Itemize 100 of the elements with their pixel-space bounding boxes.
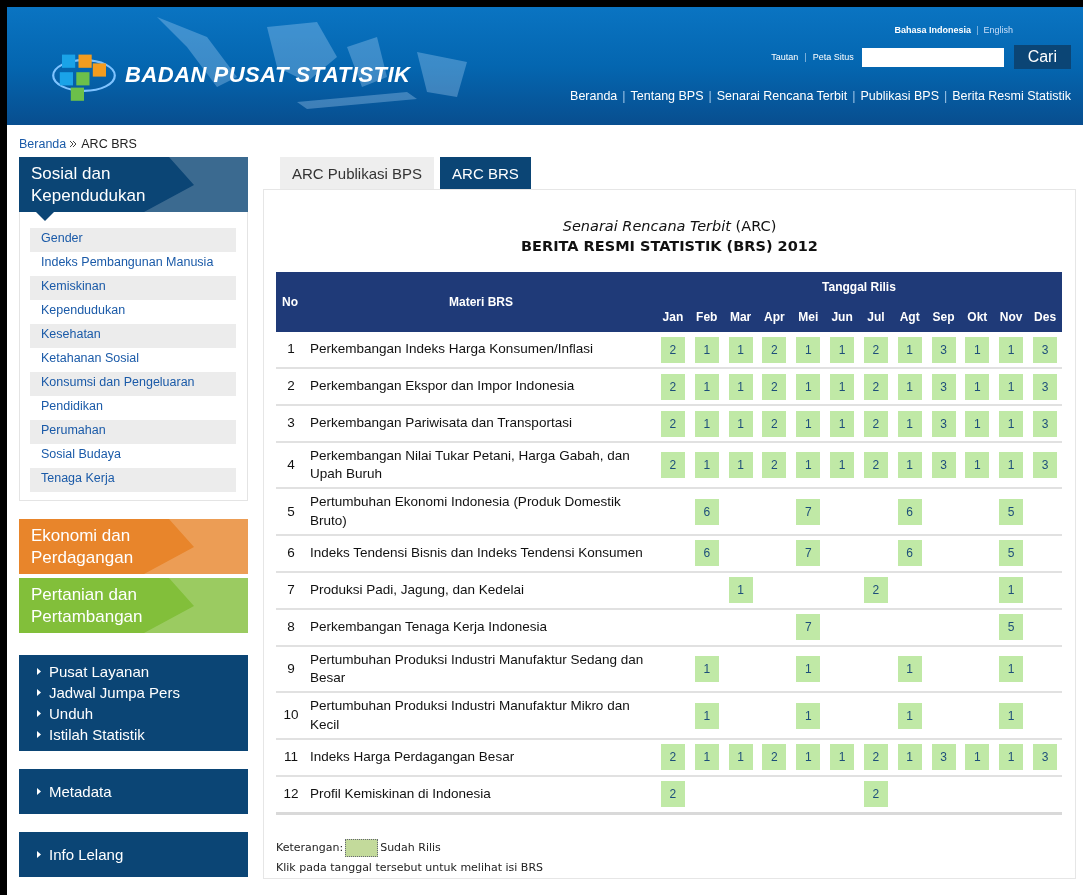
category-link[interactable]: Indeks Pembangunan Manusia (30, 252, 236, 276)
panel-link[interactable]: Unduh (37, 705, 230, 722)
category-link[interactable]: Pendidikan (30, 396, 236, 420)
release-date-link[interactable]: 2 (660, 373, 685, 400)
category-link[interactable]: Gender (30, 228, 236, 252)
nav-link[interactable]: Publikasi BPS (860, 89, 939, 103)
release-date-link[interactable]: 1 (694, 373, 719, 400)
release-date-link[interactable]: 1 (796, 656, 821, 683)
release-date-link[interactable]: 1 (999, 656, 1024, 683)
release-date-link[interactable]: 3 (1033, 452, 1058, 479)
release-date-link[interactable]: 3 (1033, 373, 1058, 400)
release-date-link[interactable]: 1 (796, 702, 821, 729)
release-date-link[interactable]: 6 (694, 498, 719, 525)
utility-link[interactable]: Tautan (771, 52, 799, 62)
release-date-link[interactable]: 6 (694, 540, 719, 567)
release-date-link[interactable]: 1 (694, 336, 719, 363)
release-date-link[interactable]: 5 (999, 540, 1024, 567)
utility-link[interactable]: Peta Situs (812, 52, 854, 62)
release-date-link[interactable]: 3 (931, 452, 956, 479)
release-date-link[interactable]: 1 (897, 702, 922, 729)
nav-link[interactable]: Tentang BPS (630, 89, 704, 103)
release-date-link[interactable]: 2 (863, 744, 888, 771)
release-date-link[interactable]: 2 (863, 336, 888, 363)
release-date-link[interactable]: 1 (728, 336, 753, 363)
release-date-link[interactable]: 1 (796, 452, 821, 479)
nav-link[interactable]: Beranda (570, 89, 618, 103)
release-date-link[interactable]: 1 (897, 410, 922, 437)
release-date-link[interactable]: 2 (762, 373, 787, 400)
release-date-link[interactable]: 1 (999, 336, 1024, 363)
category-link[interactable]: Konsumsi dan Pengeluaran (30, 372, 236, 396)
release-date-link[interactable]: 1 (728, 744, 753, 771)
release-date-link[interactable]: 1 (830, 410, 855, 437)
release-date-link[interactable]: 1 (965, 373, 990, 400)
panel-link[interactable]: Info Lelang (37, 846, 230, 863)
release-date-link[interactable]: 2 (660, 336, 685, 363)
category-link[interactable]: Kependudukan (30, 300, 236, 324)
release-date-link[interactable]: 2 (863, 781, 888, 808)
release-date-link[interactable]: 1 (897, 373, 922, 400)
release-date-link[interactable]: 2 (762, 744, 787, 771)
breadcrumb-link[interactable]: Beranda (19, 137, 67, 151)
release-date-link[interactable]: 1 (999, 744, 1024, 771)
release-date-link[interactable]: 7 (796, 540, 821, 567)
release-date-link[interactable]: 2 (863, 410, 888, 437)
search-field[interactable] (861, 47, 1004, 67)
category-link[interactable]: Ketahanan Sosial (30, 348, 236, 372)
release-date-link[interactable]: 2 (660, 781, 685, 808)
release-date-link[interactable]: 1 (694, 410, 719, 437)
release-date-link[interactable]: 1 (694, 744, 719, 771)
category-link[interactable]: Kesehatan (30, 324, 236, 348)
release-date-link[interactable]: 1 (999, 452, 1024, 479)
release-date-link[interactable]: 1 (999, 577, 1024, 604)
release-date-link[interactable]: 3 (931, 336, 956, 363)
panel-link[interactable]: Pusat Layanan (37, 663, 230, 680)
release-date-link[interactable]: 1 (830, 336, 855, 363)
language-link[interactable]: English (983, 25, 1013, 35)
release-date-link[interactable]: 3 (1033, 336, 1058, 363)
nav-link[interactable]: Berita Resmi Statistik (952, 89, 1071, 103)
release-date-link[interactable]: 1 (728, 577, 753, 604)
release-date-link[interactable]: 1 (830, 452, 855, 479)
tab[interactable]: ARC BRS (440, 157, 531, 189)
nav-link[interactable]: Senarai Rencana Terbit (716, 89, 848, 103)
release-date-link[interactable]: 1 (796, 336, 821, 363)
release-date-link[interactable]: 2 (863, 577, 888, 604)
release-date-link[interactable]: 2 (762, 336, 787, 363)
release-date-link[interactable]: 1 (830, 744, 855, 771)
release-date-link[interactable]: 3 (931, 744, 956, 771)
release-date-link[interactable]: 1 (999, 702, 1024, 729)
release-date-link[interactable]: 2 (863, 452, 888, 479)
release-date-link[interactable]: 3 (1033, 744, 1058, 771)
release-date-link[interactable]: 1 (694, 702, 719, 729)
panel-link[interactable]: Istilah Statistik (37, 726, 230, 743)
release-date-link[interactable]: 1 (830, 373, 855, 400)
release-date-link[interactable]: 2 (660, 452, 685, 479)
release-date-link[interactable]: 1 (999, 410, 1024, 437)
release-date-link[interactable]: 7 (796, 498, 821, 525)
release-date-link[interactable]: 1 (728, 410, 753, 437)
category-link[interactable]: Kemiskinan (30, 276, 236, 300)
release-date-link[interactable]: 2 (863, 373, 888, 400)
release-date-link[interactable]: 6 (897, 498, 922, 525)
release-date-link[interactable]: 3 (931, 410, 956, 437)
release-date-link[interactable]: 1 (728, 452, 753, 479)
release-date-link[interactable]: 7 (796, 614, 821, 641)
release-date-link[interactable]: 2 (660, 410, 685, 437)
release-date-link[interactable]: 2 (762, 410, 787, 437)
release-date-link[interactable]: 1 (897, 336, 922, 363)
release-date-link[interactable]: 3 (1033, 410, 1058, 437)
release-date-link[interactable]: 6 (897, 540, 922, 567)
release-date-link[interactable]: 1 (965, 452, 990, 479)
release-date-link[interactable]: 1 (728, 373, 753, 400)
release-date-link[interactable]: 1 (897, 656, 922, 683)
release-date-link[interactable]: 2 (660, 744, 685, 771)
release-date-link[interactable]: 3 (931, 373, 956, 400)
category-link[interactable]: Sosial Budaya (30, 444, 236, 468)
category-link[interactable]: Tenaga Kerja (30, 468, 236, 492)
release-date-link[interactable]: 1 (897, 452, 922, 479)
release-date-link[interactable]: 5 (999, 614, 1024, 641)
panel-link[interactable]: Jadwal Jumpa Pers (37, 684, 230, 701)
tab[interactable]: ARC Publikasi BPS (280, 157, 435, 189)
panel-link[interactable]: Metadata (37, 783, 230, 800)
release-date-link[interactable]: 2 (762, 452, 787, 479)
